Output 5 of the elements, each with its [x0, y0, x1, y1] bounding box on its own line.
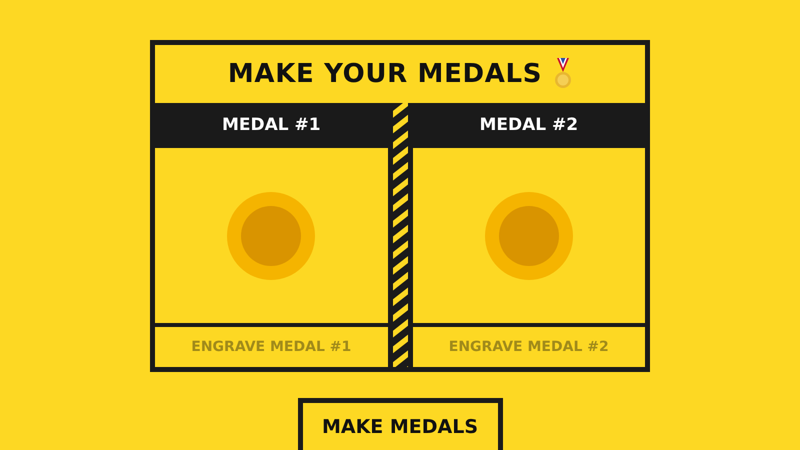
- medal-icon: [554, 58, 572, 90]
- medal-header: MEDAL #1: [155, 103, 388, 148]
- medal-header: MEDAL #2: [412, 103, 645, 148]
- panel-title: MAKE YOUR MEDALS: [228, 58, 542, 90]
- make-medals-button[interactable]: MAKE MEDALS: [298, 398, 502, 450]
